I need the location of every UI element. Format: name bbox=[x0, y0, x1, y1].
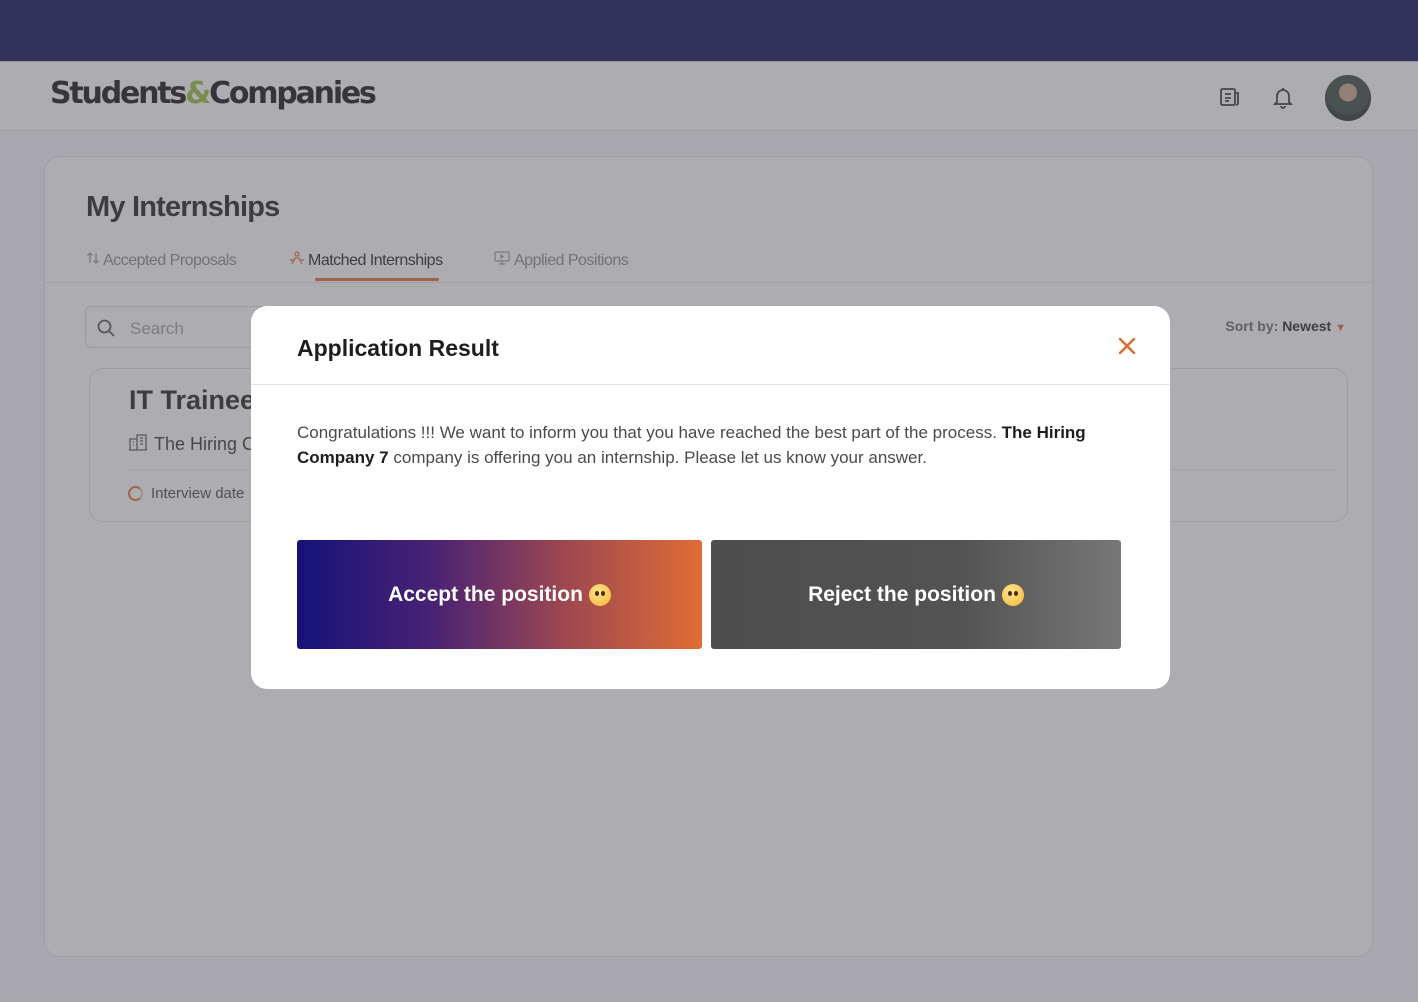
modal-divider bbox=[251, 384, 1170, 385]
modal-message: Congratulations !!! We want to inform yo… bbox=[297, 420, 1137, 470]
message-start: Congratulations !!! We want to inform yo… bbox=[297, 423, 1002, 442]
pleading-face-icon bbox=[1001, 583, 1024, 606]
message-end: company is offering you an internship. P… bbox=[388, 448, 927, 467]
party-face-icon bbox=[588, 583, 611, 606]
reject-label: Reject the position bbox=[808, 582, 996, 606]
reject-position-button[interactable]: Reject the position bbox=[711, 540, 1121, 649]
close-icon[interactable] bbox=[1115, 334, 1139, 358]
accept-position-button[interactable]: Accept the position bbox=[297, 540, 702, 649]
accept-label: Accept the position bbox=[388, 582, 583, 606]
application-result-modal: Application Result Congratulations !!! W… bbox=[251, 306, 1170, 689]
modal-title: Application Result bbox=[297, 335, 499, 361]
